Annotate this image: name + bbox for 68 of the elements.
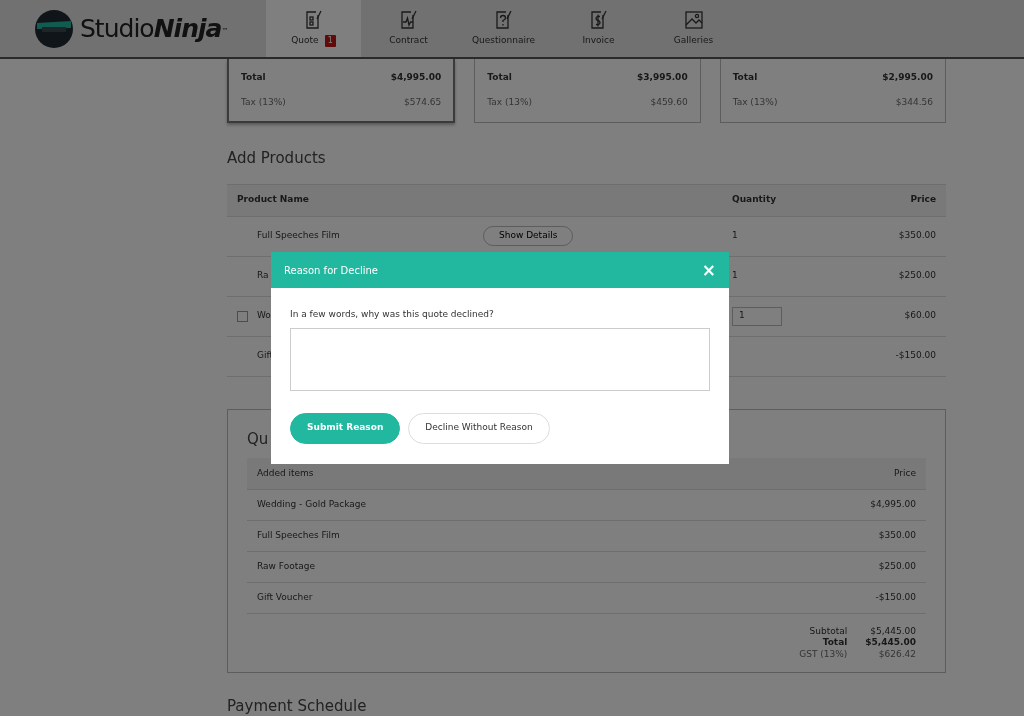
item-name: Gift Voucher xyxy=(257,592,313,602)
price: $250.00 xyxy=(898,270,936,281)
total-value: $2,995.00 xyxy=(882,71,933,84)
column-header: Price xyxy=(894,467,916,478)
total-label: Total xyxy=(487,71,512,84)
document-icon xyxy=(303,9,324,30)
price: $350.00 xyxy=(898,230,936,241)
logo-text: StudioNinja$^{™}$ xyxy=(80,12,228,45)
column-header: Product Name xyxy=(227,184,729,216)
image-icon xyxy=(683,9,704,30)
product-name: Ra xyxy=(257,269,269,283)
product-name: Full Speeches Film xyxy=(257,229,340,243)
nav-tab[interactable]: Quote 1 xyxy=(266,0,361,57)
section-heading: Payment Schedule xyxy=(227,695,368,716)
document-icon xyxy=(398,9,419,30)
total-label: Total xyxy=(821,637,848,649)
item-name: Wedding - Gold Package xyxy=(257,498,367,509)
nav-tab[interactable]: Contract xyxy=(361,0,456,57)
item-price: -$150.00 xyxy=(875,592,916,602)
document-icon xyxy=(493,9,514,30)
total-label: Total xyxy=(732,71,758,84)
item-price: $250.00 xyxy=(878,560,916,571)
nav-tab[interactable]: Questionnaire xyxy=(456,0,551,57)
quantity: 1 xyxy=(732,230,738,241)
tax-label: Tax (13%) xyxy=(487,95,533,109)
quantity-field[interactable]: 1 xyxy=(732,306,782,326)
total-value: $5,445.00 xyxy=(869,626,916,638)
field-label: In a few words, why was this quote declined? xyxy=(290,308,495,321)
document-icon xyxy=(588,9,609,30)
quantity: 1 xyxy=(732,270,738,281)
nav-tab[interactable]: Invoice xyxy=(551,0,646,57)
tax-value: $574.65 xyxy=(404,95,442,109)
column-header: Added items xyxy=(257,467,314,478)
item-price: $4,995.00 xyxy=(870,498,916,509)
column-header: Quantity xyxy=(729,184,829,216)
item-name: Full Speeches Film xyxy=(257,529,340,540)
item-price: $350.00 xyxy=(878,529,916,540)
total-value: $3,995.00 xyxy=(636,71,688,84)
total-value: $5,445.00 xyxy=(865,637,916,649)
show-details-button[interactable]: Show Details xyxy=(483,226,574,246)
total-value: $4,995.00 xyxy=(390,71,442,84)
item-name: Raw Footage xyxy=(257,560,315,571)
close-button[interactable]: × xyxy=(701,261,716,279)
product-name: Wo xyxy=(257,309,271,323)
package-card[interactable]: Total $4,995.00 Tax (13%) $574.65 xyxy=(227,59,456,123)
submit-button[interactable]: Submit Reason xyxy=(290,412,401,444)
modal-title: Reason for Decline xyxy=(284,263,378,278)
price: -$150.00 xyxy=(895,350,936,361)
total-value: $626.42 xyxy=(877,648,916,660)
price: $60.00 xyxy=(904,310,936,321)
ninja-logo-icon xyxy=(34,8,74,49)
tax-value: $344.56 xyxy=(895,95,933,109)
section-heading: Add Products xyxy=(227,148,327,169)
reason-field[interactable] xyxy=(290,327,710,391)
nav-tab[interactable]: Galleries xyxy=(646,0,741,57)
tax-label: Tax (13%) xyxy=(732,95,778,109)
total-label: Total xyxy=(241,71,266,84)
section-heading: Qu xyxy=(247,428,269,450)
tax-label: Tax (13%) xyxy=(241,95,286,109)
package-card[interactable]: Total $3,995.00 Tax (13%) $459.60 xyxy=(474,59,701,123)
notification-count: 1 xyxy=(324,34,336,47)
decline-button[interactable]: Decline Without Reason xyxy=(408,412,550,444)
total-label: Subtotal xyxy=(808,626,848,638)
column-header: Price xyxy=(829,184,946,216)
total-label: GST (13%) xyxy=(799,648,848,660)
tax-value: $459.60 xyxy=(650,95,688,109)
checkbox[interactable] xyxy=(237,310,248,322)
package-card[interactable]: Total $2,995.00 Tax (13%) $344.56 xyxy=(719,59,946,123)
